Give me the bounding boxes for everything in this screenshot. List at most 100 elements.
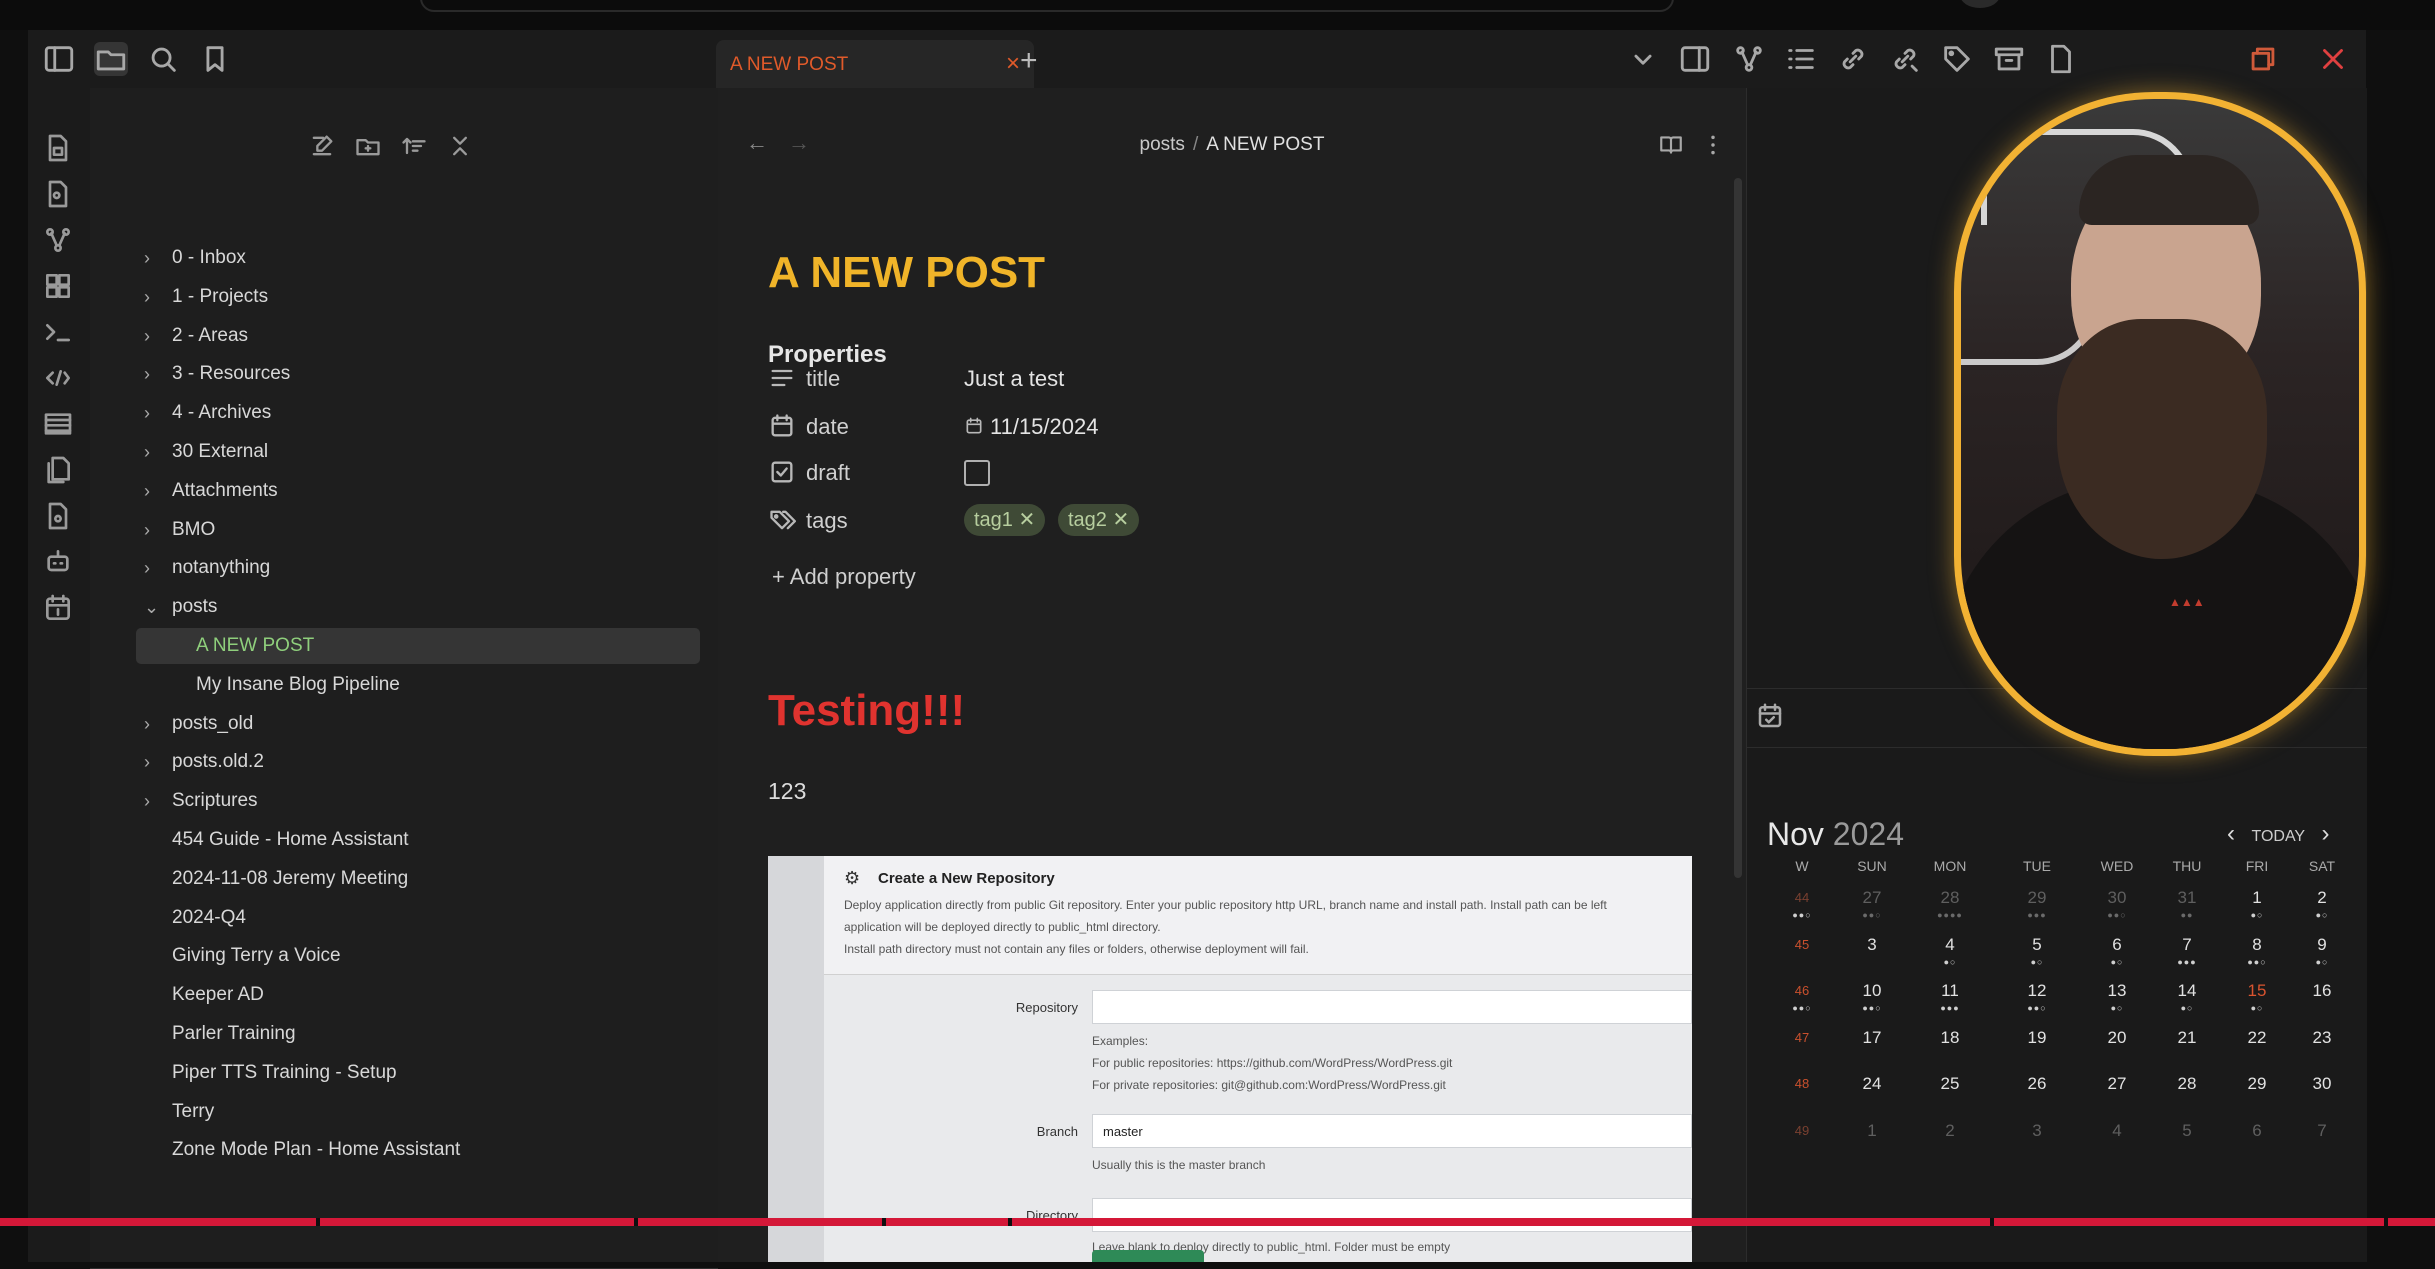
outgoing-link-icon[interactable] (1888, 42, 1922, 76)
calendar-day[interactable]: 24 (1837, 1074, 1907, 1094)
file-item[interactable]: Zone Mode Plan - Home Assistant (144, 1132, 704, 1168)
draft-checkbox[interactable] (964, 460, 990, 486)
calendar-check-icon[interactable] (1755, 701, 1785, 731)
calendar-day[interactable]: 7 (2287, 1121, 2357, 1141)
tag-icon[interactable] (1940, 42, 1974, 76)
file-item[interactable]: 2024-Q4 (144, 900, 704, 936)
collapse-all-icon[interactable] (446, 132, 474, 160)
note-title[interactable]: A NEW POST (768, 248, 1045, 298)
folder-item[interactable]: › notanything (144, 550, 704, 586)
folder-item[interactable]: › Scriptures (144, 783, 704, 819)
file-item[interactable]: Giving Terry a Voice (144, 938, 704, 974)
folder-item[interactable]: › 2 - Areas (144, 318, 704, 354)
property-draft[interactable]: draft (768, 454, 1668, 494)
file-item[interactable]: Keeper AD (144, 977, 704, 1013)
table-icon[interactable] (42, 408, 74, 440)
folder-item[interactable]: › 0 - Inbox (144, 240, 704, 276)
calendar-day[interactable]: 16 (2287, 981, 2357, 1001)
property-title[interactable]: title Just a test (768, 360, 1668, 400)
calendar-day[interactable]: 2 (2287, 888, 2357, 908)
calendar-day[interactable]: 30 (2287, 1074, 2357, 1094)
calendar-day[interactable]: 29 (2222, 1074, 2292, 1094)
chevron-right-icon[interactable]: › (144, 279, 164, 315)
folder-item[interactable]: › Attachments (144, 473, 704, 509)
calendar-day[interactable]: 19 (2002, 1028, 2072, 1048)
calendar-day[interactable]: 21 (2152, 1028, 2222, 1048)
calendar-day[interactable]: 3 (2002, 1121, 2072, 1141)
date-picker-icon[interactable] (964, 416, 984, 436)
calendar-day[interactable]: 26 (2002, 1074, 2072, 1094)
calendar-day[interactable]: 12 (2002, 981, 2072, 1001)
calendar-day[interactable]: 3 (1837, 935, 1907, 955)
chevron-right-icon[interactable]: › (144, 356, 164, 392)
archive-icon[interactable] (1992, 42, 2026, 76)
calendar-day[interactable]: 5 (2002, 935, 2072, 955)
calendar-day[interactable]: 18 (1915, 1028, 1985, 1048)
folder-icon[interactable] (94, 42, 128, 76)
property-tags[interactable]: tags tag1 ✕ tag2 ✕ (768, 502, 1668, 542)
copy-file-icon[interactable] (42, 454, 74, 486)
remove-tag-icon[interactable]: ✕ (1019, 509, 1036, 531)
calendar-day[interactable]: 9 (2287, 935, 2357, 955)
chevron-right-icon[interactable]: › (144, 395, 164, 431)
chevron-right-icon[interactable]: › (144, 434, 164, 470)
calendar-day[interactable]: 5 (2152, 1121, 2222, 1141)
property-date[interactable]: date 11/15/2024 (768, 408, 1668, 448)
file-item[interactable]: A NEW POST (136, 628, 700, 664)
week-number[interactable]: 45 (1767, 937, 1837, 952)
calendar-day[interactable]: 27 (2082, 1074, 2152, 1094)
prev-month-icon[interactable]: ‹ (2227, 820, 2235, 847)
folder-item[interactable]: › BMO (144, 512, 704, 548)
file-search-icon[interactable] (42, 178, 74, 210)
chevron-right-icon[interactable]: › (144, 744, 164, 780)
chevron-down-icon[interactable]: ⌄ (144, 589, 164, 625)
chevron-right-icon[interactable]: › (144, 783, 164, 819)
chevron-right-icon[interactable]: › (144, 706, 164, 742)
folder-item[interactable]: › 3 - Resources (144, 356, 704, 392)
close-window-icon[interactable] (2316, 42, 2350, 76)
sidebar-toggle-icon[interactable] (42, 42, 76, 76)
more-options-icon[interactable] (1700, 132, 1726, 158)
folder-item[interactable]: › 1 - Projects (144, 279, 704, 315)
folder-item[interactable]: › posts.old.2 (144, 744, 704, 780)
calendar-day[interactable]: 7 (2152, 935, 2222, 955)
chevron-right-icon[interactable]: › (144, 473, 164, 509)
note-body-text[interactable]: 123 (768, 778, 806, 805)
reading-view-icon[interactable] (1658, 132, 1684, 158)
file-item[interactable]: My Insane Blog Pipeline (136, 667, 700, 703)
chevron-right-icon[interactable]: › (144, 240, 164, 276)
calendar-day[interactable]: 29 (2002, 888, 2072, 908)
file-icon[interactable] (2044, 42, 2078, 76)
close-icon[interactable]: × (1006, 50, 1020, 78)
new-note-icon[interactable] (308, 132, 336, 160)
today-button[interactable]: TODAY (2251, 828, 2305, 845)
chevron-down-icon[interactable] (1626, 42, 1660, 76)
terminal-icon[interactable] (42, 316, 74, 348)
calendar-day[interactable]: 15 (2222, 981, 2292, 1001)
template-icon[interactable] (42, 362, 74, 394)
week-number[interactable]: 49 (1767, 1123, 1837, 1138)
week-number[interactable]: 44 (1767, 890, 1837, 905)
calendar-day[interactable]: 4 (2082, 1121, 2152, 1141)
note-heading[interactable]: Testing!!! (768, 686, 965, 736)
calendar-day[interactable]: 23 (2287, 1028, 2357, 1048)
calendar-day[interactable]: 22 (2222, 1028, 2292, 1048)
file-item[interactable]: Parler Training (144, 1016, 704, 1052)
property-value[interactable]: 11/15/2024 (990, 414, 1098, 440)
file-lock-icon[interactable] (42, 500, 74, 532)
new-folder-icon[interactable] (354, 132, 382, 160)
next-month-icon[interactable]: › (2322, 820, 2330, 847)
calendar-day[interactable]: 17 (1837, 1028, 1907, 1048)
calendar-day[interactable]: 28 (2152, 1074, 2222, 1094)
robot-icon[interactable] (42, 546, 74, 578)
restore-icon[interactable] (2246, 42, 2280, 76)
remove-tag-icon[interactable]: ✕ (1113, 509, 1130, 531)
add-property-button[interactable]: + Add property (772, 564, 916, 590)
graph-icon[interactable] (1732, 42, 1766, 76)
week-number[interactable]: 47 (1767, 1030, 1837, 1045)
calendar-day-icon[interactable] (42, 592, 74, 624)
grid-icon[interactable] (42, 270, 74, 302)
calendar-day[interactable]: 1 (1837, 1121, 1907, 1141)
calendar-day[interactable]: 14 (2152, 981, 2222, 1001)
calendar-day[interactable]: 2 (1915, 1121, 1985, 1141)
